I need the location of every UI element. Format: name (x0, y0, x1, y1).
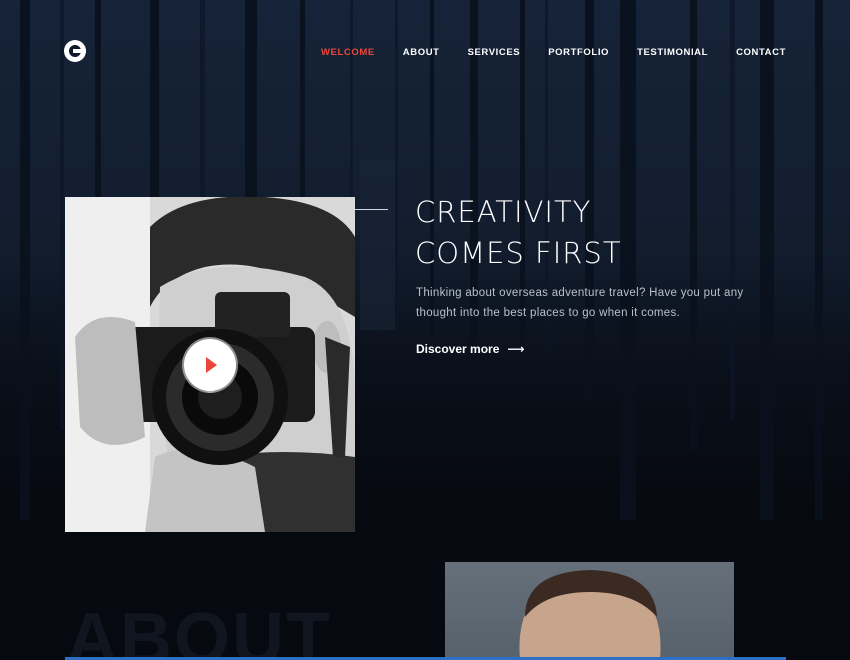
discover-more-link[interactable]: Discover more ⟶ (416, 342, 525, 356)
play-video-button[interactable] (184, 339, 236, 391)
menu-item-services[interactable]: SERVICES (468, 46, 521, 60)
hero-description: Thinking about overseas adventure travel… (416, 287, 744, 319)
logo-icon[interactable] (64, 40, 86, 62)
top-navigation: WELCOME ABOUT SERVICES PORTFOLIO TESTIMO… (0, 0, 850, 105)
discover-more-label: Discover more (416, 342, 500, 356)
hero-title-line-1: CREATIVITY (415, 195, 592, 229)
menu-item-testimonial[interactable]: TESTIMONIAL (637, 46, 708, 60)
menu-item-contact[interactable]: CONTACT (736, 46, 786, 60)
arrow-right-icon: ⟶ (507, 342, 525, 356)
landing-page: WELCOME ABOUT SERVICES PORTFOLIO TESTIMO… (0, 0, 850, 660)
main-menu: WELCOME ABOUT SERVICES PORTFOLIO TESTIMO… (321, 46, 786, 60)
about-portrait-image (445, 562, 734, 660)
menu-item-portfolio[interactable]: PORTFOLIO (548, 46, 609, 60)
portrait-illustration (519, 570, 661, 660)
about-section-title: ABOUT (66, 599, 332, 660)
menu-item-about[interactable]: ABOUT (403, 46, 440, 60)
decorative-line (355, 209, 388, 210)
hero-title-line-2: COMES FIRST (415, 236, 622, 270)
menu-item-welcome[interactable]: WELCOME (321, 46, 375, 60)
play-icon (206, 357, 217, 373)
hero-title: CREATIVITY COMES FIRST (415, 192, 795, 274)
